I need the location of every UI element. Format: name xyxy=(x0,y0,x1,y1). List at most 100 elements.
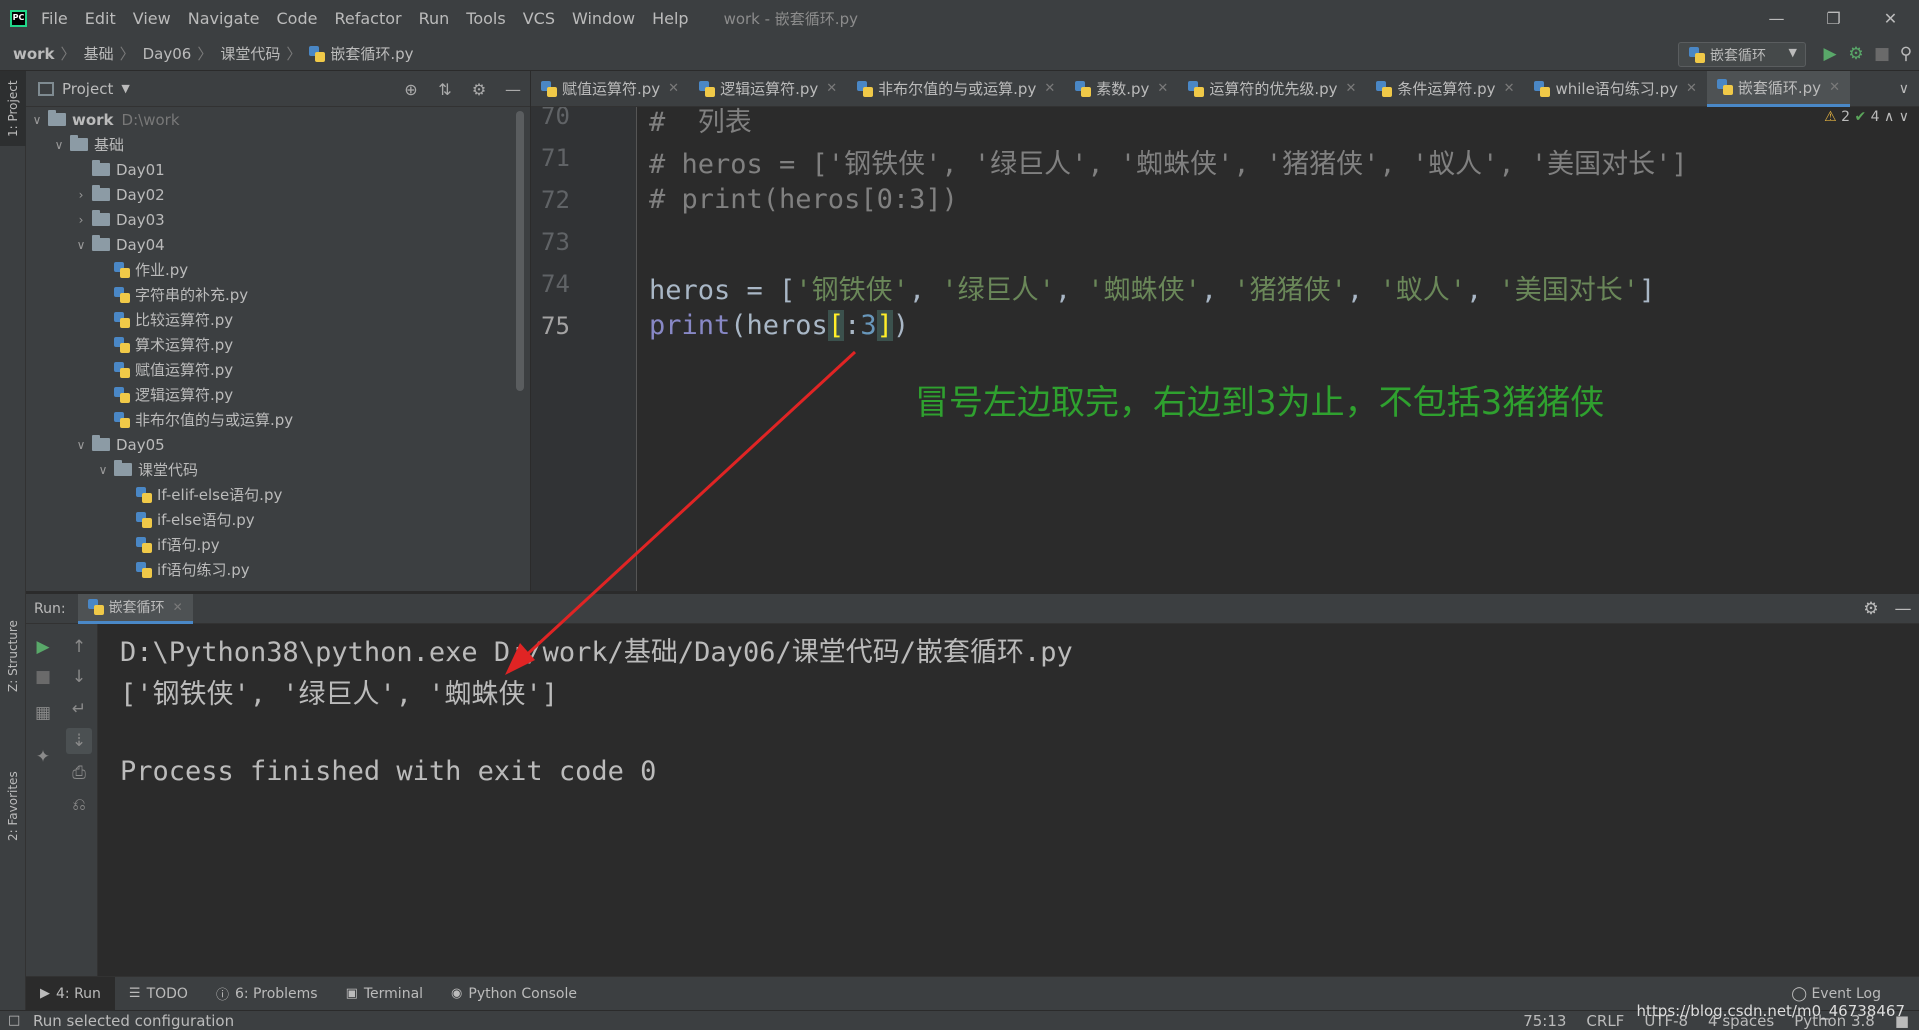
chevron-down-icon[interactable]: ∨ xyxy=(70,438,92,452)
status-caret-position[interactable]: 75:13 xyxy=(1523,1012,1566,1030)
bottom-tab-problems[interactable]: ⓘ 6: Problems xyxy=(202,977,332,1011)
editor-tab[interactable]: 条件运算符.py ✕ xyxy=(1366,71,1524,107)
bottom-tab-terminal[interactable]: ▣ Terminal xyxy=(332,977,437,1011)
tree-row-folder[interactable]: ∨ 课堂代码 xyxy=(26,457,516,482)
editor-tab[interactable]: 非布尔值的与或运算.py ✕ xyxy=(847,71,1065,107)
menu-vcs[interactable]: VCS xyxy=(523,9,555,28)
tree-row-folder[interactable]: ∨ Day05 xyxy=(26,432,516,457)
arrow-up-icon[interactable]: ↑ xyxy=(66,634,92,660)
tree-row-file[interactable]: if语句练习.py xyxy=(26,557,516,582)
close-icon[interactable]: ✕ xyxy=(1345,81,1356,96)
print-icon[interactable]: ⎙ xyxy=(66,760,92,786)
rerun-icon[interactable]: ▶ xyxy=(30,634,56,660)
editor-tab[interactable]: 运算符的优先级.py ✕ xyxy=(1178,71,1366,107)
minimize-button[interactable]: — xyxy=(1748,0,1805,37)
bottom-tab-run[interactable]: ▶ 4: Run xyxy=(26,976,115,1011)
tree-row-file[interactable]: 逻辑运算符.py xyxy=(26,382,516,407)
tree-row-folder[interactable]: › Day03 xyxy=(26,207,516,232)
bottom-tab-todo[interactable]: ☰ TODO xyxy=(115,977,202,1011)
tree-row-file[interactable]: 比较运算符.py xyxy=(26,307,516,332)
project-scrollbar[interactable] xyxy=(516,111,524,391)
menu-window[interactable]: Window xyxy=(572,9,635,28)
editor-tab-active[interactable]: 嵌套循环.py ✕ xyxy=(1706,70,1850,107)
close-icon[interactable]: ✕ xyxy=(668,81,679,96)
close-icon[interactable]: ✕ xyxy=(1686,81,1697,96)
close-icon[interactable]: ✕ xyxy=(826,81,837,96)
menu-navigate[interactable]: Navigate xyxy=(188,9,260,28)
run-icon[interactable]: ▶ xyxy=(1819,43,1841,65)
soft-wrap-icon[interactable]: ↵ xyxy=(66,696,92,722)
tree-row-root[interactable]: ∨ work D:\work xyxy=(26,107,516,132)
locate-file-icon[interactable]: ⊕ xyxy=(394,80,428,99)
tree-row-file[interactable]: 非布尔值的与或运算.py xyxy=(26,407,516,432)
menu-view[interactable]: View xyxy=(133,9,171,28)
tree-row-file[interactable]: 字符串的补充.py xyxy=(26,282,516,307)
menu-help[interactable]: Help xyxy=(652,9,688,28)
event-log-button[interactable]: ◯ Event Log xyxy=(1791,986,1881,1002)
layout-icon[interactable]: ▦ xyxy=(30,700,56,726)
chevron-down-icon[interactable]: ▼ xyxy=(121,82,129,95)
hide-panel-icon[interactable]: — xyxy=(1887,599,1919,619)
close-window-button[interactable]: ✕ xyxy=(1862,0,1919,37)
tree-row-folder[interactable]: › Day02 xyxy=(26,182,516,207)
project-panel-title[interactable]: Project xyxy=(62,80,113,98)
trash-icon[interactable]: ⎌ xyxy=(66,792,92,818)
run-configuration-select[interactable]: 嵌套循环 ▼ xyxy=(1678,42,1806,67)
breadcrumb-jichu[interactable]: 基础 xyxy=(84,43,114,64)
tree-row-folder[interactable]: Day01 xyxy=(26,157,516,182)
scroll-to-end-icon[interactable]: ⇣ xyxy=(66,728,92,754)
tool-tab-structure[interactable]: Z: Structure xyxy=(0,611,26,701)
breadcrumb-file[interactable]: 嵌套循环.py xyxy=(330,43,413,64)
restore-button[interactable]: ❐ xyxy=(1805,0,1862,37)
close-icon[interactable]: ✕ xyxy=(1044,81,1055,96)
editor-tab[interactable]: 赋值运算符.py ✕ xyxy=(531,71,689,107)
toggle-tool-windows-icon[interactable]: □ xyxy=(8,1013,20,1028)
tree-row-file[interactable]: 算术运算符.py xyxy=(26,332,516,357)
status-line-separator[interactable]: CRLF xyxy=(1586,1012,1624,1030)
chevron-down-icon[interactable]: ∨ xyxy=(26,113,48,127)
pin-icon[interactable]: ✦ xyxy=(30,744,56,770)
chevron-down-icon[interactable]: ∨ xyxy=(48,138,70,152)
close-icon[interactable]: ✕ xyxy=(173,600,183,614)
inspection-widget[interactable]: ⚠ 2 ✔ 4 ∧ ∨ xyxy=(1824,109,1909,125)
chevron-down-icon[interactable]: ∨ xyxy=(1899,109,1909,125)
chevron-down-icon[interactable]: ∨ xyxy=(92,463,114,477)
menu-refactor[interactable]: Refactor xyxy=(334,9,401,28)
tree-row-file[interactable]: 作业.py xyxy=(26,257,516,282)
tool-tab-project[interactable]: 1: Project xyxy=(0,71,26,146)
menu-run[interactable]: Run xyxy=(419,9,450,28)
collapse-all-icon[interactable]: ⇅ xyxy=(428,80,462,99)
chevron-up-icon[interactable]: ∧ xyxy=(1884,109,1894,125)
tool-tab-favorites[interactable]: 2: Favorites xyxy=(0,761,26,851)
stop-icon[interactable]: ■ xyxy=(30,664,56,690)
tree-row-file[interactable]: if-else语句.py xyxy=(26,507,516,532)
chevron-down-icon[interactable]: ∨ xyxy=(70,238,92,252)
chevron-right-icon[interactable]: › xyxy=(70,188,92,202)
breadcrumb-class-code[interactable]: 课堂代码 xyxy=(220,43,280,64)
editor-tab[interactable]: while语句练习.py ✕ xyxy=(1524,71,1706,107)
breadcrumb-work[interactable]: work xyxy=(13,45,55,63)
tree-row-folder[interactable]: ∨ Day04 xyxy=(26,232,516,257)
menu-tools[interactable]: Tools xyxy=(466,9,505,28)
tree-row-file[interactable]: if语句.py xyxy=(26,532,516,557)
gear-icon[interactable]: ⚙ xyxy=(1855,599,1887,619)
chevron-right-icon[interactable]: › xyxy=(70,213,92,227)
console-output[interactable]: D:\Python38\python.exe D:/work/基础/Day06/… xyxy=(98,624,1919,976)
debug-bug-icon[interactable]: ⚙ xyxy=(1845,43,1867,65)
close-icon[interactable]: ✕ xyxy=(1504,81,1515,96)
bottom-tab-python-console[interactable]: ◉ Python Console xyxy=(437,977,591,1011)
breadcrumb-day06[interactable]: Day06 xyxy=(143,45,192,63)
stop-icon[interactable]: ■ xyxy=(1871,43,1893,65)
chevron-down-icon[interactable]: ∨ xyxy=(1899,81,1909,97)
menu-edit[interactable]: Edit xyxy=(85,9,116,28)
menu-code[interactable]: Code xyxy=(277,9,318,28)
gear-icon[interactable]: ⚙ xyxy=(462,80,496,99)
editor-tab[interactable]: 逻辑运算符.py ✕ xyxy=(689,71,847,107)
code-editor[interactable]: 70 71 72 73 74 75 # 列表 # heros = ['钢铁侠',… xyxy=(531,107,1919,591)
close-icon[interactable]: ✕ xyxy=(1829,80,1840,95)
editor-tab[interactable]: 素数.py ✕ xyxy=(1065,71,1178,107)
search-icon[interactable]: ⚲ xyxy=(1895,43,1917,65)
close-icon[interactable]: ✕ xyxy=(1157,81,1168,96)
tree-row-file[interactable]: If-elif-else语句.py xyxy=(26,482,516,507)
run-tab[interactable]: 嵌套循环 ✕ xyxy=(77,593,193,624)
